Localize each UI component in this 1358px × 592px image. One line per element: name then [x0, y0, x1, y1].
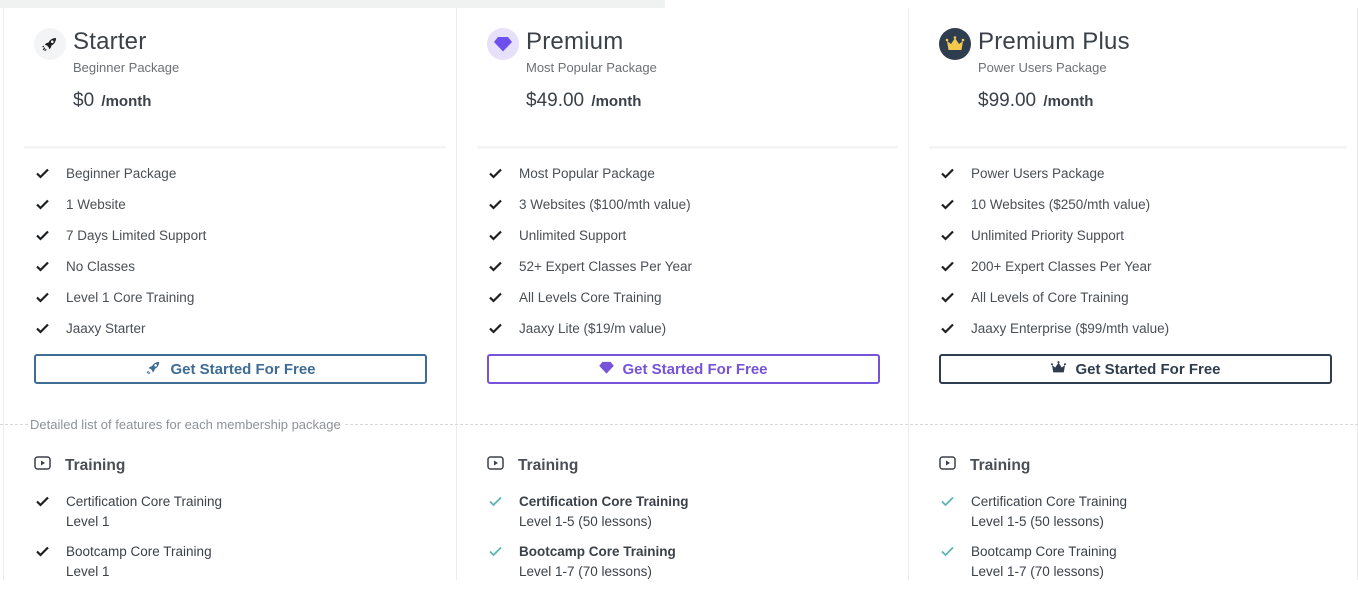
feature-item: 200+ Expert Classes Per Year	[939, 251, 1169, 282]
price-amount: $49.00	[526, 90, 585, 111]
plan-column-premium-plus: Premium Plus Power Users Package $99.00 …	[908, 8, 1358, 580]
check-icon	[489, 546, 503, 558]
plan-subtitle: Power Users Package	[978, 60, 1107, 75]
get-started-premium-plus-button[interactable]: Get Started For Free	[939, 354, 1332, 384]
feature-item: All Levels of Core Training	[939, 282, 1169, 313]
header-divider	[477, 146, 898, 149]
get-started-starter-button[interactable]: Get Started For Free	[34, 354, 427, 384]
plan-title: Premium	[526, 28, 624, 55]
check-icon	[489, 230, 503, 242]
training-list: Certification Core Training Level 1 Bootc…	[34, 492, 222, 592]
feature-item: No Classes	[34, 251, 206, 282]
training-list: Certification Core Training Level 1-5 (50…	[939, 492, 1127, 592]
feature-item: Most Popular Package	[487, 158, 692, 189]
check-icon	[941, 168, 955, 180]
price-amount: $0	[73, 90, 95, 111]
diamond-icon	[487, 28, 519, 60]
plan-title: Premium Plus	[978, 28, 1130, 55]
header-divider	[929, 146, 1347, 149]
diamond-icon	[599, 361, 622, 378]
feature-item: Jaaxy Enterprise ($99/mth value)	[939, 313, 1169, 344]
plan-column-premium: Premium Most Popular Package $49.00 /mon…	[456, 8, 908, 580]
feature-list: Most Popular Package 3 Websites ($100/mt…	[487, 158, 692, 344]
plan-price: $0 /month	[73, 90, 151, 112]
feature-list: Beginner Package 1 Website 7 Days Limite…	[34, 158, 206, 344]
price-period: /month	[101, 93, 152, 110]
plan-header: Starter Beginner Package $0 /month	[4, 8, 456, 149]
training-item: Bootcamp Core Training Level 1-7 (70 less…	[939, 542, 1127, 592]
check-icon	[941, 230, 955, 242]
check-icon	[36, 199, 50, 211]
plan-subtitle: Beginner Package	[73, 60, 180, 75]
check-icon	[36, 323, 50, 335]
plan-header: Premium Plus Power Users Package $99.00 …	[909, 8, 1357, 149]
training-item: Certification Core Training Level 1-5 (50…	[487, 492, 689, 542]
feature-item: Unlimited Support	[487, 220, 692, 251]
check-icon	[941, 199, 955, 211]
feature-item: All Levels Core Training	[487, 282, 692, 313]
check-icon	[489, 168, 503, 180]
top-strip	[0, 0, 665, 8]
feature-item: 52+ Expert Classes Per Year	[487, 251, 692, 282]
feature-item: 10 Websites ($250/mth value)	[939, 189, 1169, 220]
features-divider-note: Detailed list of features for each membe…	[30, 417, 344, 432]
feature-item: Jaaxy Lite ($19/m value)	[487, 313, 692, 344]
training-section-title: Training	[487, 456, 578, 475]
video-play-icon	[939, 456, 970, 475]
feature-item: Level 1 Core Training	[34, 282, 206, 313]
get-started-premium-button[interactable]: Get Started For Free	[487, 354, 880, 384]
video-play-icon	[487, 456, 518, 475]
plan-title: Starter	[73, 28, 147, 55]
feature-item: Jaaxy Starter	[34, 313, 206, 344]
price-amount: $99.00	[978, 90, 1037, 111]
plan-header: Premium Most Popular Package $49.00 /mon…	[457, 8, 908, 149]
video-play-icon	[34, 456, 65, 475]
pricing-table: Starter Beginner Package $0 /month Begin…	[0, 8, 1358, 580]
plan-subtitle: Most Popular Package	[526, 60, 657, 75]
check-icon	[941, 292, 955, 304]
check-icon	[941, 496, 955, 508]
training-item: Certification Core Training Level 1	[34, 492, 222, 542]
training-item: Bootcamp Core Training Level 1	[34, 542, 222, 592]
check-icon	[941, 546, 955, 558]
feature-list: Power Users Package 10 Websites ($250/mt…	[939, 158, 1169, 344]
price-period: /month	[591, 93, 642, 110]
training-item: Certification Core Training Level 1-5 (50…	[939, 492, 1127, 542]
price-period: /month	[1043, 93, 1094, 110]
check-icon	[36, 261, 50, 273]
check-icon	[36, 496, 50, 508]
header-divider	[24, 146, 446, 149]
check-icon	[36, 168, 50, 180]
crown-icon	[939, 28, 971, 60]
rocket-icon	[34, 28, 66, 60]
training-section-title: Training	[34, 456, 125, 475]
check-icon	[489, 261, 503, 273]
check-icon	[36, 230, 50, 242]
check-icon	[941, 323, 955, 335]
training-section-title: Training	[939, 456, 1030, 475]
rocket-icon	[145, 359, 170, 380]
check-icon	[941, 261, 955, 273]
check-icon	[489, 323, 503, 335]
training-list: Certification Core Training Level 1-5 (50…	[487, 492, 689, 592]
check-icon	[36, 546, 50, 558]
training-item: Bootcamp Core Training Level 1-7 (70 less…	[487, 542, 689, 592]
feature-item: Power Users Package	[939, 158, 1169, 189]
plan-price: $99.00 /month	[978, 90, 1093, 112]
crown-icon	[1050, 360, 1075, 378]
feature-item: 1 Website	[34, 189, 206, 220]
check-icon	[489, 496, 503, 508]
feature-item: 7 Days Limited Support	[34, 220, 206, 251]
feature-item: 3 Websites ($100/mth value)	[487, 189, 692, 220]
plan-column-starter: Starter Beginner Package $0 /month Begin…	[3, 8, 456, 580]
check-icon	[36, 292, 50, 304]
feature-item: Unlimited Priority Support	[939, 220, 1169, 251]
check-icon	[489, 292, 503, 304]
feature-item: Beginner Package	[34, 158, 206, 189]
check-icon	[489, 199, 503, 211]
plan-price: $49.00 /month	[526, 90, 641, 112]
